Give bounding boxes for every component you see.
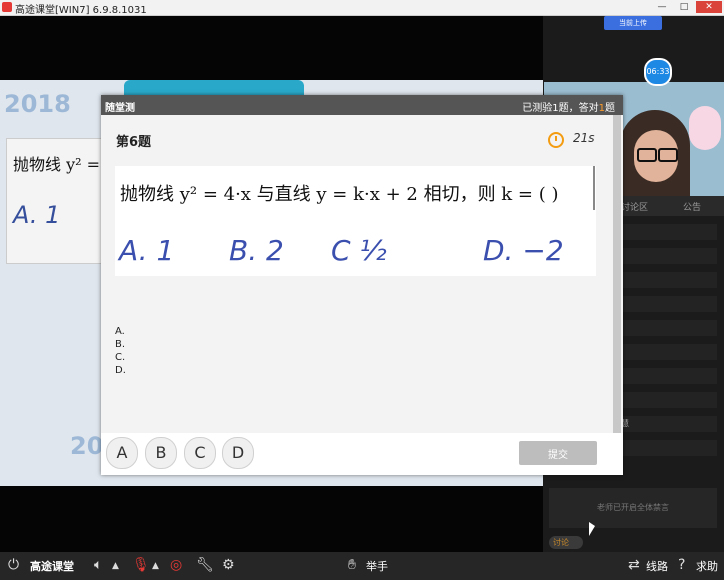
slide-fragment-handwriting: A. 1 <box>13 201 61 229</box>
wrench-icon[interactable]: 🔧︎ <box>196 557 214 573</box>
maximize-button[interactable]: □ <box>674 1 694 13</box>
quiz-scrollbar[interactable] <box>613 115 621 433</box>
glasses-right <box>658 148 678 162</box>
question-number: 第6题 <box>116 135 152 150</box>
option-line-c: C. <box>115 352 126 363</box>
discussion-toggle[interactable]: 讨论 <box>549 536 583 549</box>
handwritten-option-b: B. 2 <box>229 234 284 267</box>
mouse-cursor-icon <box>589 522 595 536</box>
mute-notice: 老师已开启全体禁言 <box>549 488 717 528</box>
stats-suffix: 题 <box>605 103 615 114</box>
option-a-button[interactable]: A <box>106 437 138 469</box>
slide-question-fragment: 抛物线 y² = A. 1 <box>6 138 108 264</box>
tab-announcement[interactable]: 公告 <box>683 200 701 213</box>
quiz-dialog: 随堂测 已测验1题，答对1题 第6题 21s 抛物线 y² = 4·x 与直线 … <box>101 95 623 475</box>
quiz-title: 随堂测 <box>105 103 135 114</box>
mic-caret-icon[interactable]: ▲ <box>152 561 159 571</box>
raise-hand-label[interactable]: 举手 <box>366 558 388 574</box>
speaker-caret-icon[interactable]: ▲ <box>112 561 119 571</box>
handwritten-option-a: A. 1 <box>119 234 175 267</box>
time-badge: 06:33 <box>644 58 672 86</box>
option-c-button[interactable]: C <box>184 437 216 469</box>
speaker-icon[interactable]: 🔈︎ <box>94 557 102 573</box>
handwritten-option-d: D. −2 <box>483 234 564 267</box>
submit-button[interactable]: 提交 <box>519 441 597 465</box>
option-d-button[interactable]: D <box>222 437 254 469</box>
option-line-a: A. <box>115 326 125 337</box>
brand-label: 高途课堂 <box>30 560 74 573</box>
power-icon[interactable]: ⏻ <box>8 557 19 573</box>
option-b-button[interactable]: B <box>145 437 177 469</box>
raise-hand-icon[interactable]: ✋︎ <box>348 557 356 573</box>
camera-off-icon[interactable]: ◎ <box>170 557 182 573</box>
option-list: A. B. C. D. <box>115 325 126 377</box>
glasses-left <box>637 148 657 162</box>
window-titlebar: 高途课堂[WIN7] 6.9.8.1031 — □ ✕ <box>0 0 724 16</box>
close-button[interactable]: ✕ <box>696 1 722 13</box>
stats-prefix: 已测验 <box>522 103 553 114</box>
mic-muted-icon[interactable]: 🎙︎ <box>132 557 150 573</box>
question-image: 抛物线 y² = 4·x 与直线 y = k·x + 2 相切，则 k = ( … <box>115 166 596 276</box>
route-icon[interactable]: ⇄ <box>628 557 640 573</box>
alarm-clock-icon <box>548 132 564 148</box>
live-upload-button[interactable]: 当前上传 <box>604 16 662 30</box>
option-line-b: B. <box>115 339 126 350</box>
handwritten-options: A. 1 B. 2 C ½ D. −2 <box>115 218 596 276</box>
plush-toy <box>689 106 721 150</box>
slide-year-top: 2018 <box>4 90 71 118</box>
quiz-header: 随堂测 已测验1题，答对1题 <box>101 95 623 115</box>
slide-year-bottom: 20 <box>70 432 104 460</box>
route-label[interactable]: 线路 <box>646 558 668 574</box>
minimize-button[interactable]: — <box>652 1 672 13</box>
option-line-d: D. <box>115 365 126 376</box>
bottom-toolbar: ⏻ 高途课堂 🔈︎ ▲ 🎙︎ ▲ ◎ 🔧︎ ⚙ ✋︎ 举手 ⇄ 线路 ? 求助 <box>0 552 724 580</box>
quiz-stats: 已测验1题，答对1题 <box>522 99 615 114</box>
app-logo-icon <box>2 2 12 12</box>
tab-discussion[interactable]: 讨论区 <box>621 200 648 213</box>
window-title: 高途课堂[WIN7] 6.9.8.1031 <box>15 5 147 16</box>
text-cursor-bar <box>593 166 595 210</box>
quiz-footer: A B C D 提交 <box>101 433 623 475</box>
question-text: 抛物线 y² = 4·x 与直线 y = k·x + 2 相切，则 k = ( … <box>120 184 559 205</box>
slide-fragment-text: 抛物线 y² = <box>13 155 101 174</box>
countdown-timer: 21s <box>573 131 595 145</box>
help-icon[interactable]: ? <box>678 557 685 573</box>
settings-gear-icon[interactable]: ⚙ <box>222 557 235 573</box>
handwritten-option-c: C ½ <box>331 234 387 267</box>
help-label[interactable]: 求助 <box>696 558 718 574</box>
stats-mid: 题，答对 <box>558 103 599 114</box>
